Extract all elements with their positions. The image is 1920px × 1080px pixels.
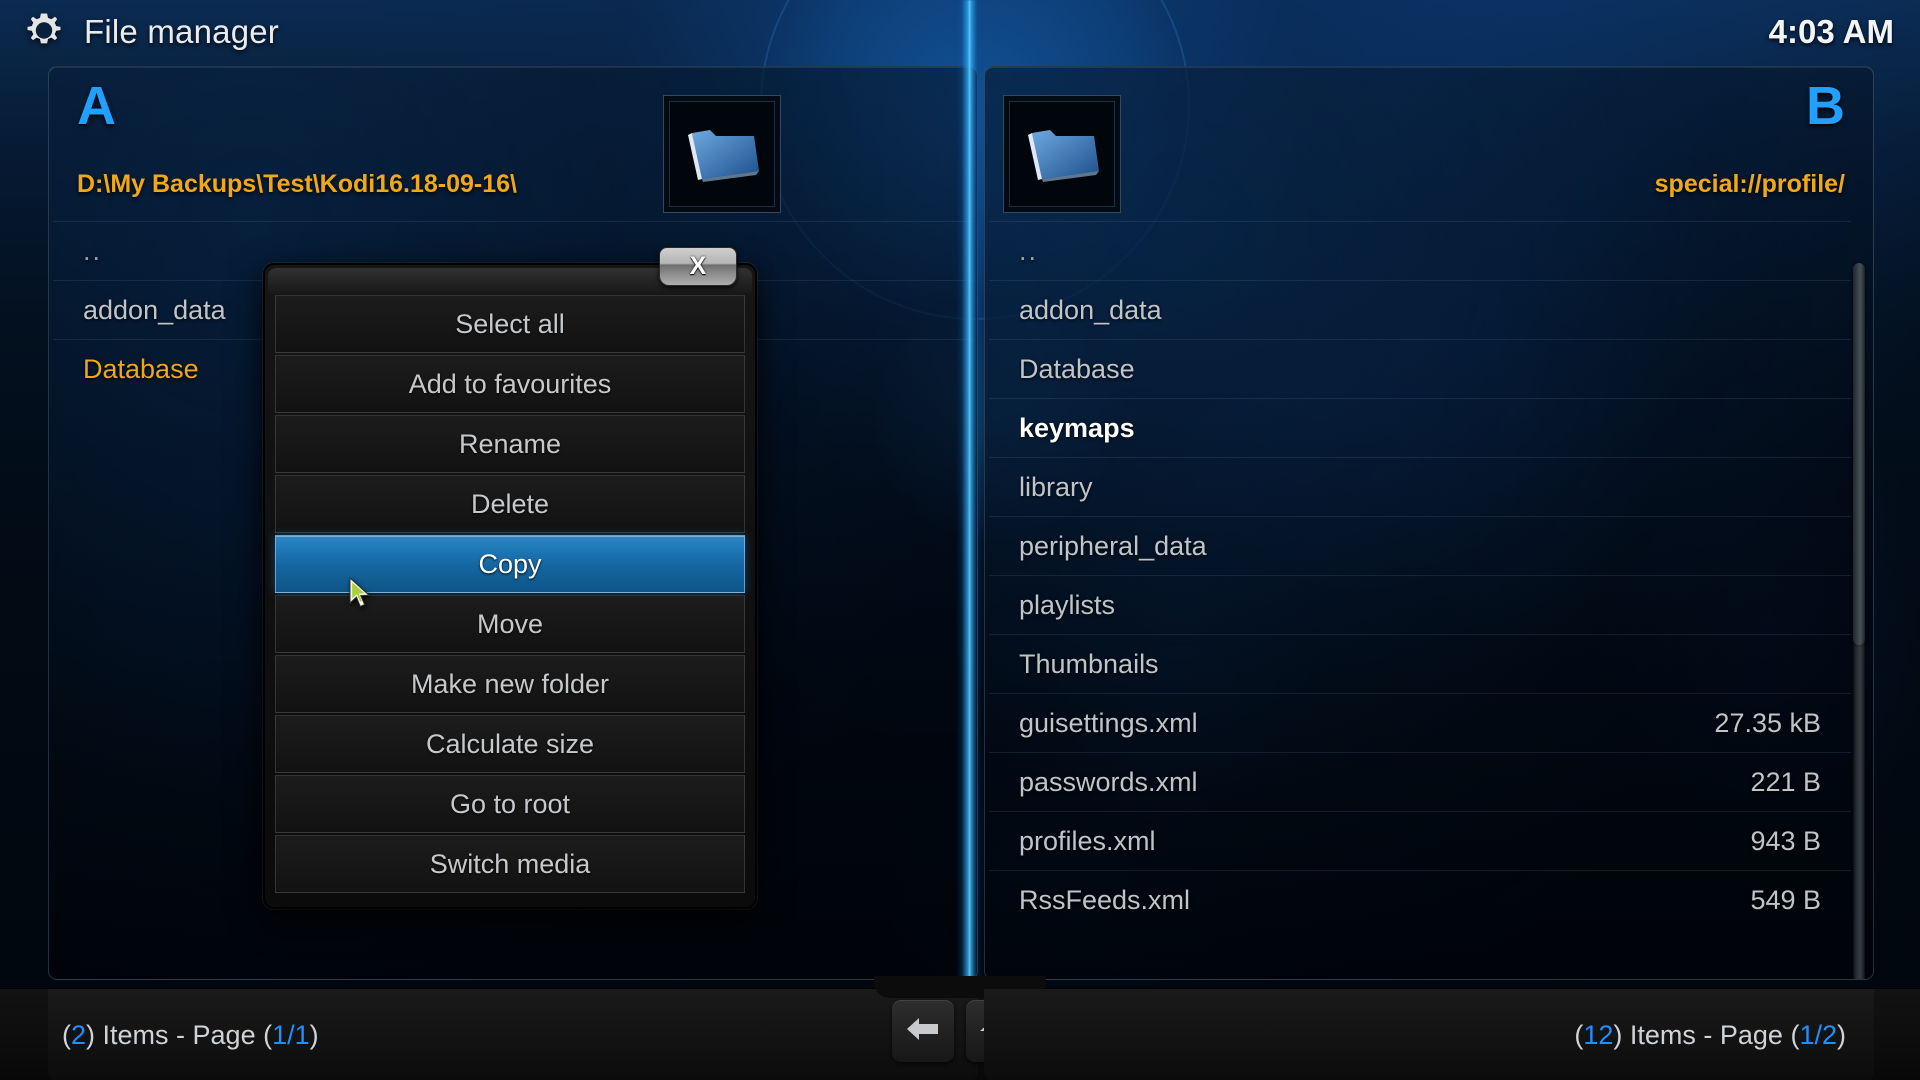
panel-a-item-count: 2 xyxy=(71,1019,87,1050)
context-menu-item[interactable]: Copy xyxy=(275,535,745,593)
file-row[interactable]: addon_data xyxy=(989,280,1851,339)
bottom-bar: (2) Items - Page (1/1) (12) Items - Page… xyxy=(0,976,1920,1080)
panel-a-folder-thumbnail xyxy=(663,95,781,213)
panel-a-letter: A xyxy=(77,76,116,136)
panel-a-items-label: Items - Page xyxy=(102,1019,256,1050)
panel-b-item-count: 12 xyxy=(1583,1019,1614,1050)
folder-icon xyxy=(1009,101,1115,207)
panel-a-status-text: (2) Items - Page (1/1) xyxy=(62,1019,319,1050)
gear-icon xyxy=(22,10,66,54)
file-row[interactable]: peripheral_data xyxy=(989,516,1851,575)
file-row[interactable]: RssFeeds.xml 549 B xyxy=(989,870,1851,929)
panel-b[interactable]: B special://profile/ .. addon_data Datab… xyxy=(984,66,1874,980)
file-name: library xyxy=(1019,471,1093,502)
panel-a-path: D:\My Backups\Test\Kodi16.18-09-16\ xyxy=(77,170,517,198)
file-name: addon_data xyxy=(1019,294,1162,325)
context-menu-item[interactable]: Calculate size xyxy=(275,715,745,773)
panel-b-path: special://profile/ xyxy=(1654,170,1845,198)
file-row[interactable]: Database xyxy=(989,339,1851,398)
file-name: passwords.xml xyxy=(1019,766,1198,797)
file-name: Database xyxy=(1019,353,1135,384)
panel-b-page: 1/2 xyxy=(1799,1019,1837,1050)
file-name: playlists xyxy=(1019,589,1116,620)
page-title: File manager xyxy=(84,13,279,50)
context-menu-item[interactable]: Add to favourites xyxy=(275,355,745,413)
context-menu-item[interactable]: Move xyxy=(275,595,745,653)
context-menu-item[interactable]: Switch media xyxy=(275,835,745,893)
file-name: addon_data xyxy=(83,294,226,325)
file-row[interactable]: keymaps xyxy=(989,398,1851,457)
file-name: keymaps xyxy=(1019,412,1135,443)
context-menu-dialog[interactable]: X Select all Add to favourites Rename Delet… xyxy=(263,247,757,909)
close-icon-glyph: X xyxy=(689,252,707,280)
file-name: Database xyxy=(83,353,199,384)
file-size: 943 B xyxy=(1750,825,1821,856)
scrollbar-thumb[interactable] xyxy=(1853,263,1865,645)
panel-b-letter: B xyxy=(1806,76,1845,136)
panel-b-items-label: Items - Page xyxy=(1629,1019,1783,1050)
clock: 4:03 AM xyxy=(1768,13,1894,50)
file-size: 27.35 kB xyxy=(1714,707,1821,738)
back-arrow-icon xyxy=(904,1014,942,1049)
file-row[interactable]: profiles.xml 943 B xyxy=(989,811,1851,870)
panel-b-status: (12) Items - Page (1/2) xyxy=(984,989,1874,1080)
context-menu-item[interactable]: Rename xyxy=(275,415,745,473)
file-name: peripheral_data xyxy=(1019,530,1207,561)
context-menu-item[interactable]: Select all xyxy=(275,295,745,353)
file-row[interactable]: playlists xyxy=(989,575,1851,634)
panel-b-status-text: (12) Items - Page (1/2) xyxy=(1574,1019,1846,1050)
file-name: Thumbnails xyxy=(1019,648,1159,679)
file-name: RssFeeds.xml xyxy=(1019,884,1191,915)
close-icon[interactable]: X xyxy=(659,247,737,286)
top-bar: File manager 4:03 AM xyxy=(0,0,1920,64)
folder-icon xyxy=(669,101,775,207)
file-name: .. xyxy=(83,235,103,266)
panel-b-scrollbar[interactable] xyxy=(1853,263,1865,979)
panel-b-file-list[interactable]: .. addon_data Database keymaps library periph… xyxy=(985,221,1873,929)
file-size: 221 B xyxy=(1750,766,1821,797)
back-button[interactable] xyxy=(892,1000,954,1062)
panel-a-page: 1/1 xyxy=(272,1019,310,1050)
file-row[interactable]: passwords.xml 221 B xyxy=(989,752,1851,811)
context-menu-item[interactable]: Delete xyxy=(275,475,745,533)
context-menu-item[interactable]: Make new folder xyxy=(275,655,745,713)
file-name: profiles.xml xyxy=(1019,825,1156,856)
file-row[interactable]: Thumbnails xyxy=(989,634,1851,693)
context-menu-items[interactable]: Select all Add to favourites Rename Delete C… xyxy=(275,295,745,893)
file-name: .. xyxy=(1019,235,1039,266)
panel-a-header: A D:\My Backups\Test\Kodi16.18-09-16\ xyxy=(49,67,977,219)
file-row[interactable]: library xyxy=(989,457,1851,516)
context-menu-item[interactable]: Go to root xyxy=(275,775,745,833)
file-row[interactable]: guisettings.xml 27.35 kB xyxy=(989,693,1851,752)
kodi-file-manager-screen: File manager 4:03 AM A D:\My Backups\Tes… xyxy=(0,0,1920,1080)
panel-b-header: B special://profile/ xyxy=(985,67,1873,219)
file-size: 549 B xyxy=(1750,884,1821,915)
panel-b-folder-thumbnail xyxy=(1003,95,1121,213)
file-name: guisettings.xml xyxy=(1019,707,1198,738)
panel-a-status: (2) Items - Page (1/1) xyxy=(48,989,978,1080)
file-row[interactable]: .. xyxy=(989,221,1851,280)
